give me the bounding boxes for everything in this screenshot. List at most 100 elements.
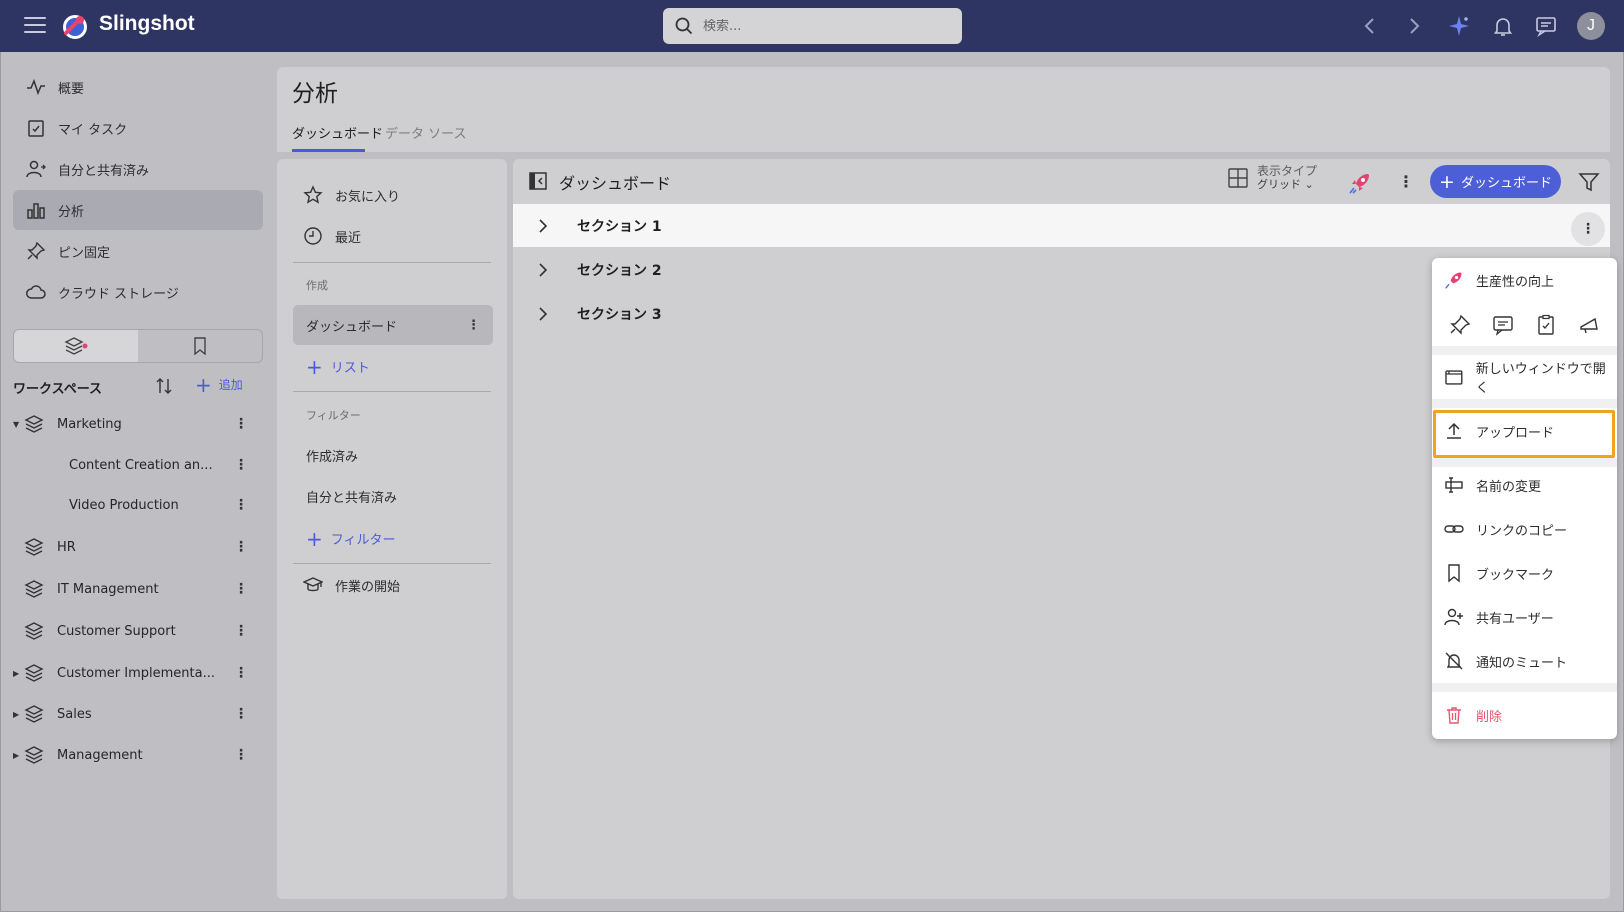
add-label: 追加: [218, 378, 243, 392]
tab-dashboards[interactable]: ダッシュボード: [292, 123, 383, 142]
menu-item-mute[interactable]: 通知のミュート: [1432, 639, 1617, 683]
nav-item-pinned[interactable]: ピン固定: [13, 231, 263, 271]
workspace-item-video-production[interactable]: Video Production ⋮: [13, 487, 248, 523]
more-options-icon[interactable]: ⋮: [234, 623, 248, 639]
more-options-icon[interactable]: ⋮: [234, 539, 248, 555]
message-icon[interactable]: [1534, 14, 1558, 38]
workspaces-toggle[interactable]: [14, 330, 138, 362]
forward-arrow-icon[interactable]: [1402, 14, 1426, 38]
sort-icon[interactable]: [154, 376, 174, 396]
workspace-item-marketing[interactable]: ▼ Marketing ⋮: [13, 406, 248, 442]
tab-data-sources[interactable]: データ ソース: [385, 123, 466, 142]
rocket-icon[interactable]: [1348, 171, 1372, 195]
section-more-button[interactable]: ⋮: [1571, 212, 1605, 246]
menu-item-share-users[interactable]: 共有ユーザー: [1432, 595, 1617, 639]
caret-right-icon[interactable]: ▶: [13, 710, 23, 719]
more-options-icon[interactable]: ⋮: [234, 747, 248, 763]
filter-heading: フィルター: [306, 409, 361, 422]
more-options-icon[interactable]: ⋮: [234, 706, 248, 722]
filter-icon[interactable]: [1578, 171, 1600, 193]
workspace-label: Sales: [57, 706, 92, 722]
bell-icon[interactable]: [1491, 14, 1515, 38]
layers-icon: [24, 622, 44, 640]
caret-down-icon[interactable]: ▼: [13, 420, 23, 429]
add-workspace-button[interactable]: + 追加: [195, 375, 243, 395]
add-filter-button[interactable]: + フィルター: [306, 529, 396, 549]
caret-right-icon[interactable]: ▶: [13, 669, 23, 678]
shared-user-icon: [26, 160, 46, 178]
back-arrow-icon[interactable]: [1358, 14, 1382, 38]
menu-item-rename[interactable]: 名前の変更: [1432, 463, 1617, 507]
nav-item-analytics[interactable]: 分析: [13, 190, 263, 230]
slingshot-logo-icon: [63, 15, 87, 39]
section-row-1[interactable]: セクション 1: [513, 204, 1610, 247]
add-list-button[interactable]: + リスト: [306, 357, 370, 377]
more-options-icon[interactable]: ⋮: [234, 581, 248, 597]
add-user-icon: [1444, 608, 1463, 626]
nav-item-my-tasks[interactable]: マイ タスク: [13, 108, 263, 148]
subnav-shared[interactable]: 自分と共有済み: [293, 476, 493, 516]
menu-icon[interactable]: [24, 17, 46, 35]
subnav-created[interactable]: 作成済み: [293, 435, 493, 475]
section-label: セクション 3: [577, 306, 662, 323]
collapse-panel-icon[interactable]: [528, 171, 548, 191]
chevron-right-icon[interactable]: [535, 262, 551, 278]
workspace-item-hr[interactable]: HR ⋮: [13, 529, 248, 565]
nav-item-label: クラウド ストレージ: [58, 286, 179, 302]
search-input[interactable]: [703, 18, 943, 34]
comment-icon[interactable]: [1492, 314, 1514, 336]
nav-item-shared-with-me[interactable]: 自分と共有済み: [13, 149, 263, 189]
nav-item-cloud-storage[interactable]: クラウド ストレージ: [13, 272, 263, 312]
bookmarks-toggle[interactable]: [138, 330, 262, 362]
workspace-item-it-management[interactable]: IT Management ⋮: [13, 571, 248, 607]
layers-icon: [24, 705, 44, 723]
more-options-icon[interactable]: ⋮: [234, 665, 248, 681]
subnav-dashboard[interactable]: ダッシュボード ⋮: [293, 305, 493, 345]
workspace-item-management[interactable]: ▶ Management ⋮: [13, 737, 248, 773]
user-avatar[interactable]: J: [1577, 12, 1605, 40]
menu-item-copy-link[interactable]: リンクのコピー: [1432, 507, 1617, 551]
menu-item-open-new-window[interactable]: 新しいウィンドウで開く: [1432, 355, 1617, 399]
view-type-value: グリッド: [1257, 178, 1301, 191]
workspace-item-customer-implementation[interactable]: ▶ Customer Implementa... ⋮: [13, 655, 248, 691]
active-tab-indicator: [292, 149, 365, 152]
more-options-icon[interactable]: ⋮: [234, 416, 248, 432]
layers-icon: [24, 664, 44, 682]
workspace-title: ワークスペース: [13, 382, 103, 397]
subnav-recent[interactable]: 最近: [293, 216, 493, 256]
caret-right-icon[interactable]: ▶: [13, 751, 23, 760]
view-type-selector[interactable]: 表示タイプ グリッド ⌄: [1228, 165, 1317, 191]
megaphone-icon[interactable]: [1578, 314, 1600, 336]
subnav-favorites[interactable]: お気に入り: [293, 175, 493, 215]
menu-label: 共有ユーザー: [1476, 611, 1554, 627]
workspace-item-content-creation[interactable]: Content Creation an... ⋮: [13, 447, 248, 483]
subnav-label: ダッシュボード: [306, 319, 398, 335]
sparkle-icon[interactable]: [1447, 14, 1471, 38]
section-label: セクション 1: [577, 218, 662, 235]
task-icon[interactable]: [1535, 314, 1557, 336]
workspace-view-toggle: [13, 329, 263, 363]
workspace-item-customer-support[interactable]: Customer Support ⋮: [13, 613, 248, 649]
more-options-icon[interactable]: ⋮: [234, 457, 248, 473]
chevron-right-icon[interactable]: [535, 306, 551, 322]
menu-item-bookmark[interactable]: ブックマーク: [1432, 551, 1617, 595]
add-dashboard-button[interactable]: + ダッシュボード: [1430, 165, 1561, 198]
dashboard-title: ダッシュボード: [559, 174, 672, 193]
pin-icon[interactable]: [1449, 314, 1471, 336]
subnav-get-started[interactable]: 作業の開始: [293, 565, 493, 605]
grid-icon: [1228, 168, 1248, 188]
subnav-label: 最近: [335, 230, 362, 246]
workspace-label: Customer Support: [57, 623, 176, 639]
more-options-icon[interactable]: ⋮: [467, 318, 493, 333]
search-box[interactable]: [663, 8, 962, 44]
more-options-icon[interactable]: ⋮: [1398, 172, 1414, 191]
more-options-icon[interactable]: ⋮: [234, 497, 248, 513]
star-icon: [303, 185, 323, 204]
workspace-item-sales[interactable]: ▶ Sales ⋮: [13, 696, 248, 732]
chevron-down-icon: ⌄: [1304, 178, 1314, 191]
nav-item-overview[interactable]: 概要: [13, 67, 263, 107]
menu-label: リンクのコピー: [1476, 523, 1568, 539]
menu-item-delete[interactable]: 削除: [1432, 693, 1617, 737]
menu-item-productivity[interactable]: 生産性の向上: [1432, 258, 1617, 302]
chevron-right-icon[interactable]: [535, 218, 551, 234]
